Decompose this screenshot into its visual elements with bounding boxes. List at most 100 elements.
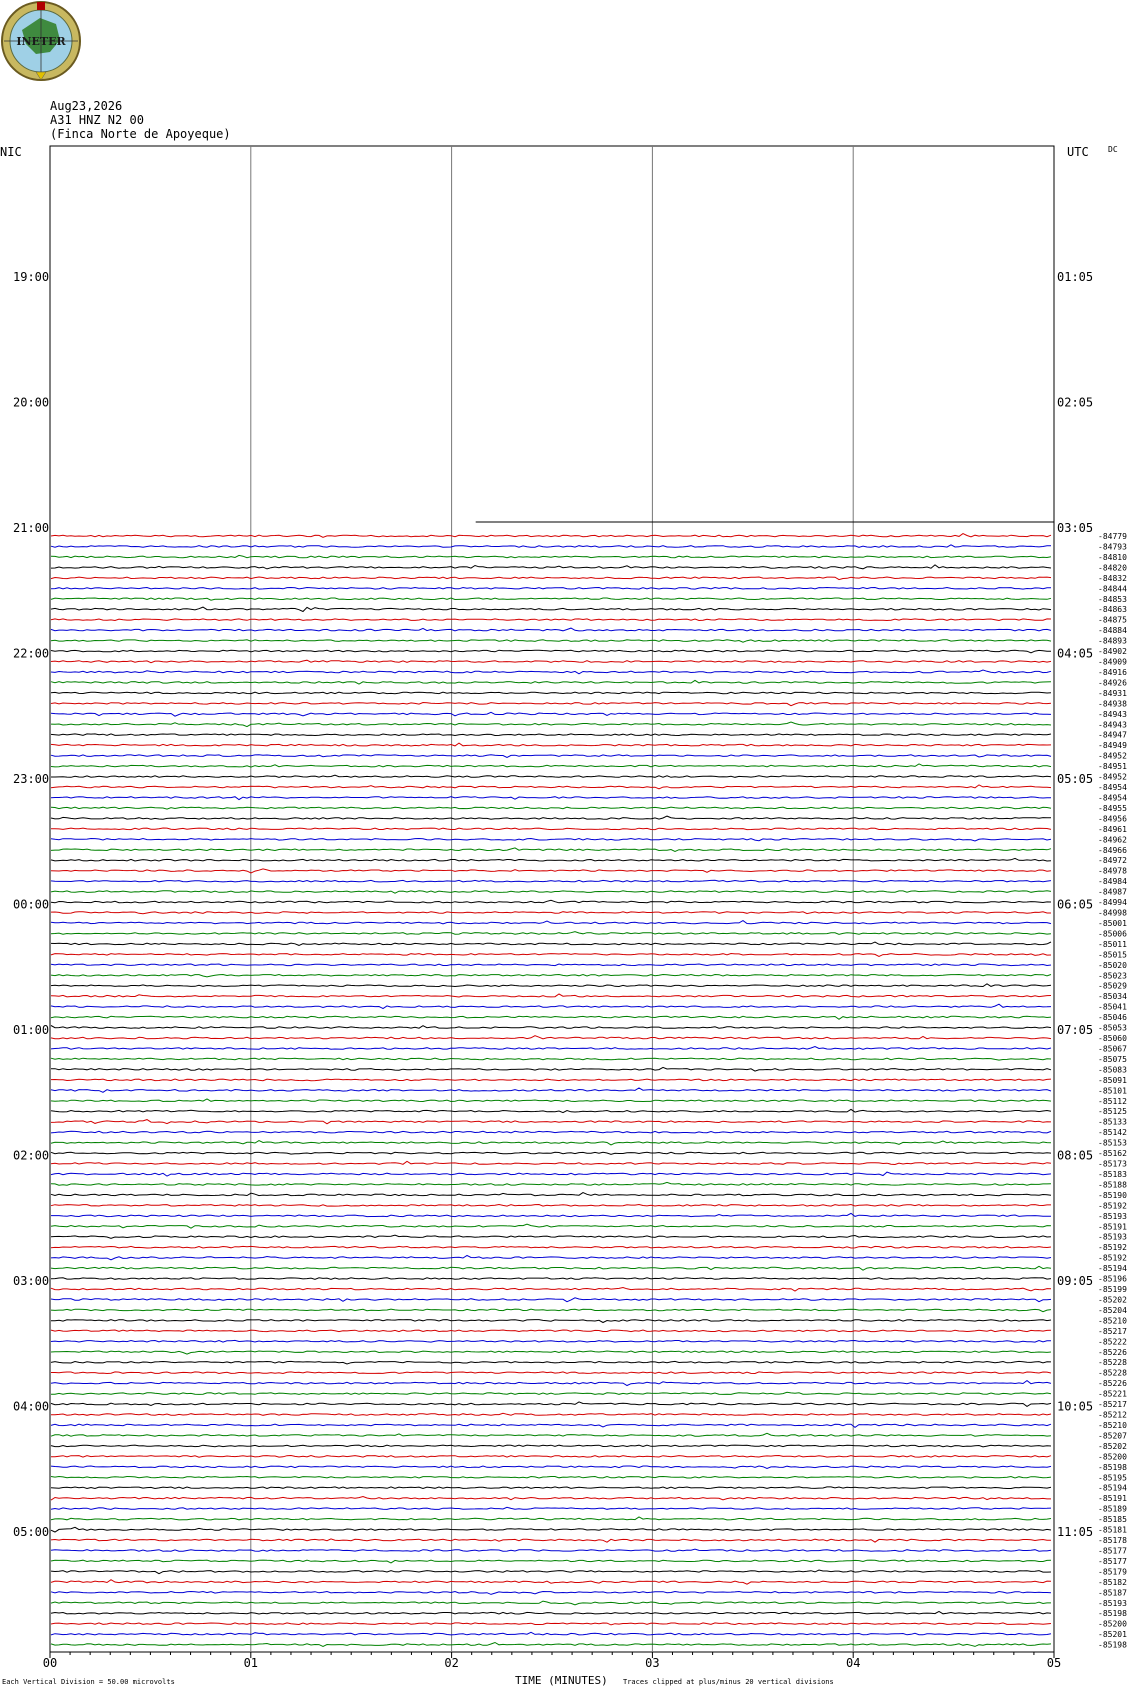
trace-value-label: -85029 <box>1098 982 1127 991</box>
trace-line <box>50 1003 1052 1010</box>
trace-line <box>50 701 1052 707</box>
trace-line <box>50 618 1052 622</box>
trace-line <box>50 554 1052 559</box>
trace-line <box>51 774 1052 778</box>
left-hour-label: 01:00 <box>13 1023 49 1037</box>
right-hour-label: 02:05 <box>1057 396 1093 410</box>
trace-value-label: -84954 <box>1098 783 1127 792</box>
trace-value-label: -84954 <box>1098 793 1127 802</box>
right-hour-label: 04:05 <box>1057 647 1093 661</box>
trace-value-label: -85193 <box>1098 1233 1127 1242</box>
trace-value-label: -84938 <box>1098 699 1127 708</box>
trace-line <box>50 806 1052 810</box>
left-hour-label: 00:00 <box>13 898 49 912</box>
trace-value-label: -85053 <box>1098 1024 1127 1033</box>
trace-line <box>50 952 1052 958</box>
trace-value-label: -84909 <box>1098 658 1127 667</box>
trace-value-label: -85228 <box>1098 1358 1127 1367</box>
trace-value-label: -85204 <box>1098 1306 1127 1315</box>
trace-line <box>50 1245 1052 1249</box>
trace-value-label: -85177 <box>1098 1557 1127 1566</box>
trace-value-label: -85020 <box>1098 961 1127 970</box>
trace-value-label: -84949 <box>1098 741 1127 750</box>
trace-value-label: -85198 <box>1098 1463 1127 1472</box>
trace-value-label: -84956 <box>1098 814 1127 823</box>
trace-line <box>50 1286 1052 1292</box>
trace-value-label: -85178 <box>1098 1536 1127 1545</box>
trace-value-label: -85179 <box>1098 1567 1127 1576</box>
trace-value-label: -84966 <box>1098 846 1127 855</box>
trace-line <box>50 669 1052 675</box>
right-hour-label: 03:05 <box>1057 521 1093 535</box>
trace-line <box>50 837 1052 842</box>
left-hour-label: 21:00 <box>13 521 49 535</box>
trace-line <box>50 1495 1051 1501</box>
trace-line <box>50 1401 1052 1407</box>
trace-line <box>50 1329 1052 1333</box>
trace-line <box>50 993 1052 998</box>
trace-value-label: -85193 <box>1098 1599 1127 1608</box>
trace-value-label: -84832 <box>1098 574 1127 583</box>
trace-value-label: -85162 <box>1098 1149 1127 1158</box>
trace-value-label: -85200 <box>1098 1620 1127 1629</box>
trace-value-label: -85228 <box>1098 1369 1127 1378</box>
trace-value-label: -85210 <box>1098 1316 1127 1325</box>
right-hour-label: 05:05 <box>1057 772 1093 786</box>
trace-line <box>50 1631 1052 1636</box>
trace-value-label: -84844 <box>1098 584 1127 593</box>
right-hour-label: 10:05 <box>1057 1400 1093 1414</box>
trace-line <box>50 899 1052 904</box>
trace-value-label: -85177 <box>1098 1546 1127 1555</box>
trace-value-label: -84820 <box>1098 563 1127 572</box>
trace-value-label: -85210 <box>1098 1421 1127 1430</box>
trace-line <box>50 1119 1052 1125</box>
trace-value-label: -85153 <box>1098 1139 1127 1148</box>
trace-values: -84779-84793 -84810-84820 -84832-84844 -848… <box>1098 532 1127 1650</box>
trace-line <box>50 1087 1052 1093</box>
left-timezone-label: NIC <box>0 145 22 159</box>
clip-note: Traces clipped at plus/minus 20 vertical… <box>623 1678 834 1686</box>
trace-line <box>50 1277 1052 1280</box>
trace-value-label: -85192 <box>1098 1243 1127 1252</box>
trace-line <box>50 659 1052 664</box>
trace-value-label: -85173 <box>1098 1160 1127 1169</box>
trace-line <box>50 597 1052 601</box>
trace-value-label: -85015 <box>1098 950 1127 959</box>
trace-value-label: -84947 <box>1098 731 1127 740</box>
trace-line <box>50 679 1052 685</box>
trace-value-label: -85083 <box>1098 1065 1127 1074</box>
trace-lines <box>50 521 1054 1647</box>
trace-value-label: -84952 <box>1098 773 1127 782</box>
trace-value-label: -85200 <box>1098 1452 1127 1461</box>
trace-line <box>50 879 1052 883</box>
trace-value-label: -85011 <box>1098 940 1127 949</box>
trace-line <box>51 1412 1052 1416</box>
trace-value-label: -84962 <box>1098 835 1127 844</box>
trace-value-label: -85191 <box>1098 1222 1127 1231</box>
trace-line <box>50 586 1052 590</box>
trace-line <box>50 1610 1052 1615</box>
right-hour-label: 11:05 <box>1057 1525 1093 1539</box>
trace-line <box>50 1078 1052 1082</box>
trace-value-label: -85222 <box>1098 1337 1127 1346</box>
trace-value-label: -85190 <box>1098 1191 1127 1200</box>
right-hour-label: 08:05 <box>1057 1149 1093 1163</box>
left-hour-label: 22:00 <box>13 647 49 661</box>
trace-line <box>51 1371 1052 1375</box>
trace-line <box>51 1454 1052 1458</box>
x-axis-label: TIME (MINUTES) <box>515 1674 608 1687</box>
trace-value-label: -85226 <box>1098 1348 1127 1357</box>
trace-line <box>50 931 1052 935</box>
trace-line <box>50 1360 1052 1365</box>
trace-line <box>50 1192 1052 1197</box>
trace-line <box>50 1265 1052 1271</box>
trace-line <box>50 1171 1052 1177</box>
left-hour-label: 20:00 <box>13 396 49 410</box>
trace-line <box>50 754 1052 759</box>
trace-value-label: -85226 <box>1098 1379 1127 1388</box>
trace-value-label: -85023 <box>1098 971 1127 980</box>
trace-value-label: -85101 <box>1098 1086 1127 1095</box>
trace-line <box>50 576 1052 581</box>
trace-value-label: -85041 <box>1098 1003 1127 1012</box>
trace-value-label: -84926 <box>1098 678 1127 687</box>
